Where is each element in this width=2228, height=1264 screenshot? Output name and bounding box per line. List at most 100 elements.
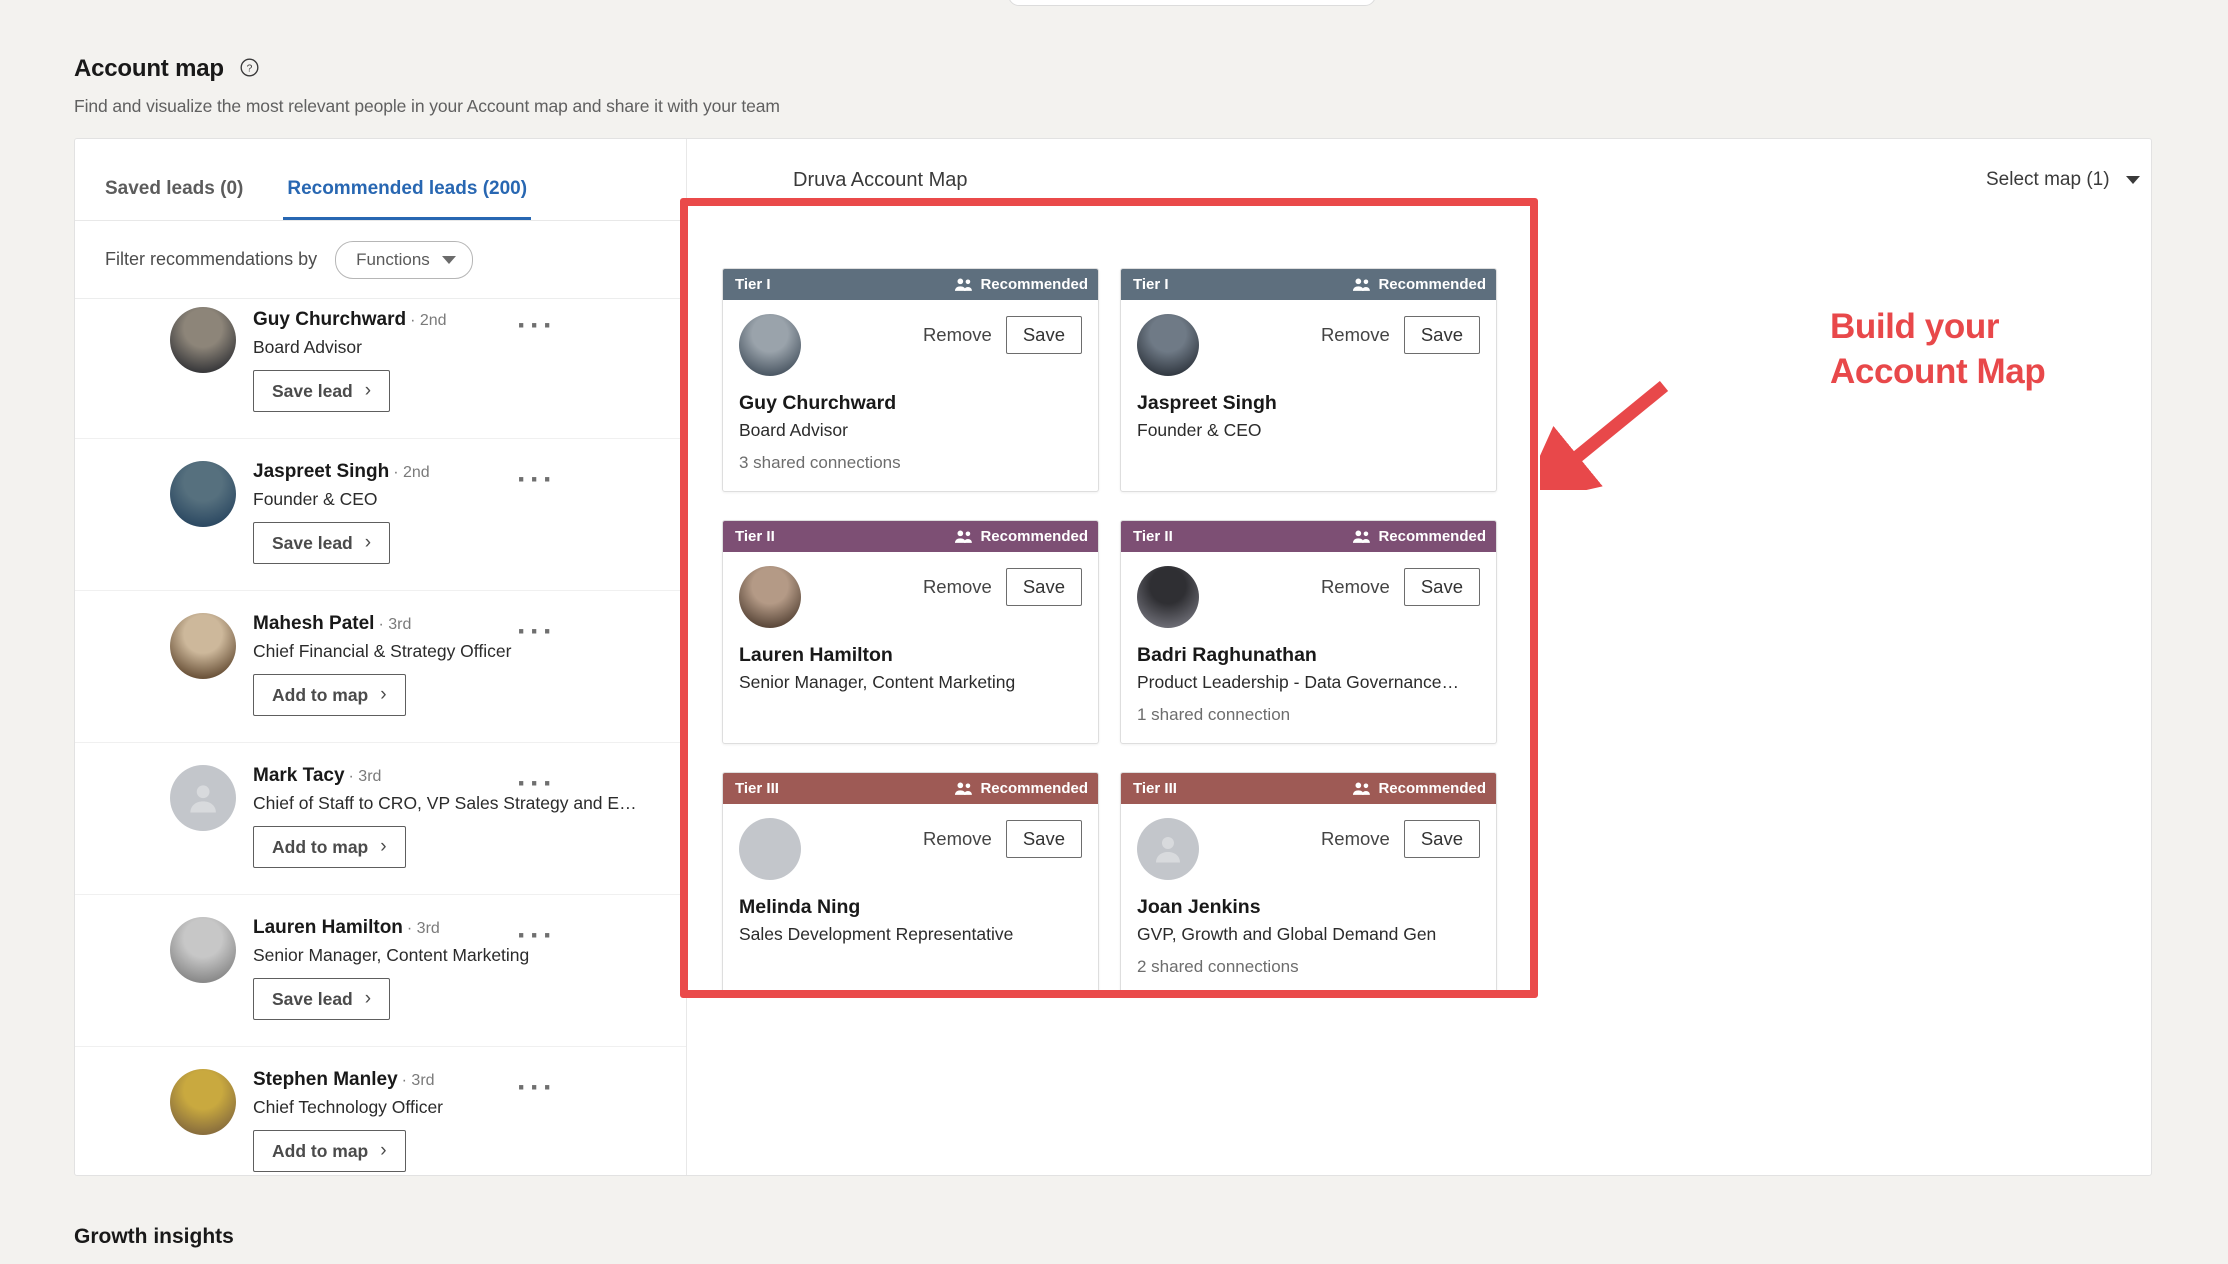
lead-list-item[interactable]: ··· Stephen Manley · 3rd Chief Technology O… [75, 1047, 686, 1175]
people-icon [954, 781, 973, 796]
remove-link[interactable]: Remove [923, 828, 992, 850]
lead-name-row: Mahesh Patel · 3rd [253, 613, 656, 635]
avatar [1137, 566, 1199, 628]
lead-name-row: Stephen Manley · 3rd [253, 1069, 656, 1091]
lead-action-button[interactable]: Save lead › [253, 522, 391, 564]
avatar [739, 314, 801, 376]
person-title: Sales Development Representative [739, 924, 1014, 944]
card-actions: Remove Save [1321, 820, 1480, 858]
account-map-person-card[interactable]: Tier I Recommended Remove Save Jaspreet Sing… [1120, 268, 1497, 492]
account-map-person-card[interactable]: Tier II Recommended Remove Save Badri Raghun… [1120, 520, 1497, 744]
lead-list-item[interactable]: ··· Guy Churchward · 2nd Board Advisor Save … [75, 299, 686, 439]
lead-overflow-menu-button[interactable]: ··· [517, 1073, 556, 1103]
tier-label: Tier I [1133, 276, 1169, 293]
chevron-right-icon: › [364, 532, 372, 553]
card-body: Remove Save Joan Jenkins GVP, Growth and Gl… [1121, 804, 1496, 995]
select-map-dropdown[interactable]: Select map (1) [1986, 169, 2140, 191]
question-circle-icon[interactable]: ? [240, 58, 259, 77]
person-name: Lauren Hamilton [739, 644, 893, 666]
top-partial-pill [1008, 0, 1376, 6]
remove-link[interactable]: Remove [1321, 324, 1390, 346]
card-tier-header: Tier II Recommended [1121, 521, 1496, 552]
page-root: Account map ? Find and visualize the mos… [0, 0, 2228, 1264]
lead-degree: · 3rd [348, 768, 382, 785]
person-name: Badri Raghunathan [1137, 644, 1317, 666]
account-map-person-card[interactable]: Tier II Recommended Remove Save Lauren Hamil… [722, 520, 1099, 744]
chevron-right-icon: › [380, 836, 387, 857]
avatar [170, 1069, 236, 1135]
lead-list-item[interactable]: ··· Lauren Hamilton · 3rd Senior Manager, C… [75, 895, 686, 1047]
save-button[interactable]: Save [1403, 820, 1480, 858]
lead-name-row: Mark Tacy · 3rd [253, 765, 656, 787]
lead-overflow-menu-button[interactable]: ··· [517, 921, 556, 951]
lead-overflow-menu-button[interactable]: ··· [517, 311, 556, 341]
avatar [739, 566, 801, 628]
chevron-right-icon: › [380, 684, 387, 705]
filter-label: Filter recommendations by [105, 249, 318, 269]
account-map-person-card[interactable]: Tier I Recommended Remove Save Guy Churchwar… [722, 268, 1099, 492]
functions-filter-dropdown[interactable]: Functions [335, 240, 473, 279]
lead-list-item[interactable]: ··· Mahesh Patel · 3rd Chief Financial & St… [75, 591, 686, 743]
lead-title: Board Advisor [253, 337, 362, 357]
remove-link[interactable]: Remove [1321, 576, 1390, 598]
save-button[interactable]: Save [1403, 316, 1480, 354]
lead-name: Mahesh Patel [253, 613, 375, 634]
shared-connections[interactable]: 2 shared connections [1137, 957, 1480, 977]
avatar [170, 461, 236, 527]
recommended-label: Recommended [980, 276, 1088, 293]
shared-connections[interactable]: 1 shared connection [1137, 705, 1480, 725]
avatar [739, 818, 801, 880]
save-button[interactable]: Save [1005, 316, 1082, 354]
lead-action-button[interactable]: Save lead › [253, 978, 391, 1020]
leads-panel: Saved leads (0) Recommended leads (200) … [75, 139, 687, 1175]
person-title: Founder & CEO [1137, 420, 1262, 440]
page-title: Account map [74, 55, 224, 82]
recommended-badge: Recommended [954, 276, 1088, 293]
tab-saved-leads[interactable]: Saved leads (0) [105, 178, 243, 220]
map-header: Druva Account Map Select map (1) Save al… [688, 139, 2151, 221]
people-icon [954, 277, 973, 292]
tab-recommended-leads[interactable]: Recommended leads (200) [283, 178, 531, 220]
save-button[interactable]: Save [1005, 568, 1082, 606]
card-actions: Remove Save [923, 820, 1082, 858]
shared-connections[interactable]: 3 shared connections [739, 453, 1082, 473]
recommended-badge: Recommended [1352, 528, 1486, 545]
tier-label: Tier III [735, 780, 779, 797]
lead-action-button[interactable]: Add to map › [253, 826, 406, 868]
lead-name-row: Jaspreet Singh · 2nd [253, 461, 656, 483]
avatar-photo [739, 566, 801, 628]
remove-link[interactable]: Remove [923, 576, 992, 598]
lead-overflow-menu-button[interactable]: ··· [517, 769, 556, 799]
lead-action-button[interactable]: Save lead › [253, 370, 391, 412]
avatar [170, 917, 236, 983]
recommended-label: Recommended [1378, 528, 1486, 545]
page-title-group: Account map ? [74, 55, 259, 83]
lead-degree: · 2nd [393, 464, 430, 481]
card-body: Remove Save Lauren Hamilton Senior Manager,… [723, 552, 1098, 718]
lead-name-row: Lauren Hamilton · 3rd [253, 917, 656, 939]
avatar [1137, 818, 1199, 880]
account-map-person-card[interactable]: Tier III Recommended Remove Save Melinda Nin… [722, 772, 1099, 996]
lead-action-button[interactable]: Add to map › [253, 674, 406, 716]
person-title: GVP, Growth and Global Demand Gen [1137, 924, 1437, 944]
save-button[interactable]: Save [1403, 568, 1480, 606]
account-map-person-card[interactable]: Tier III Recommended Remove Save Joan Jenkin… [1120, 772, 1497, 996]
lead-list-item[interactable]: ··· Mark Tacy · 3rd Chief of Staff to CRO, … [75, 743, 686, 895]
chevron-right-icon: › [364, 380, 372, 401]
save-button[interactable]: Save [1005, 820, 1082, 858]
remove-link[interactable]: Remove [1321, 828, 1390, 850]
card-actions: Remove Save [923, 316, 1082, 354]
remove-link[interactable]: Remove [923, 324, 992, 346]
card-body: Remove Save Badri Raghunathan Product Leade… [1121, 552, 1496, 743]
default-avatar-icon [170, 765, 236, 831]
lead-action-button[interactable]: Add to map › [253, 1130, 406, 1172]
lead-body: Stephen Manley · 3rd Chief Technology Offi… [253, 1069, 656, 1172]
card-actions: Remove Save [1321, 316, 1480, 354]
lead-list-item[interactable]: ··· Jaspreet Singh · 2nd Founder & CEO Save … [75, 439, 686, 591]
lead-overflow-menu-button[interactable]: ··· [517, 465, 556, 495]
card-body: Remove Save Jaspreet Singh Founder & CEO [1121, 300, 1496, 466]
lead-overflow-menu-button[interactable]: ··· [517, 617, 556, 647]
select-map-label: Select map (1) [1986, 169, 2110, 190]
lead-degree: · 3rd [378, 616, 412, 633]
recommended-badge: Recommended [1352, 780, 1486, 797]
